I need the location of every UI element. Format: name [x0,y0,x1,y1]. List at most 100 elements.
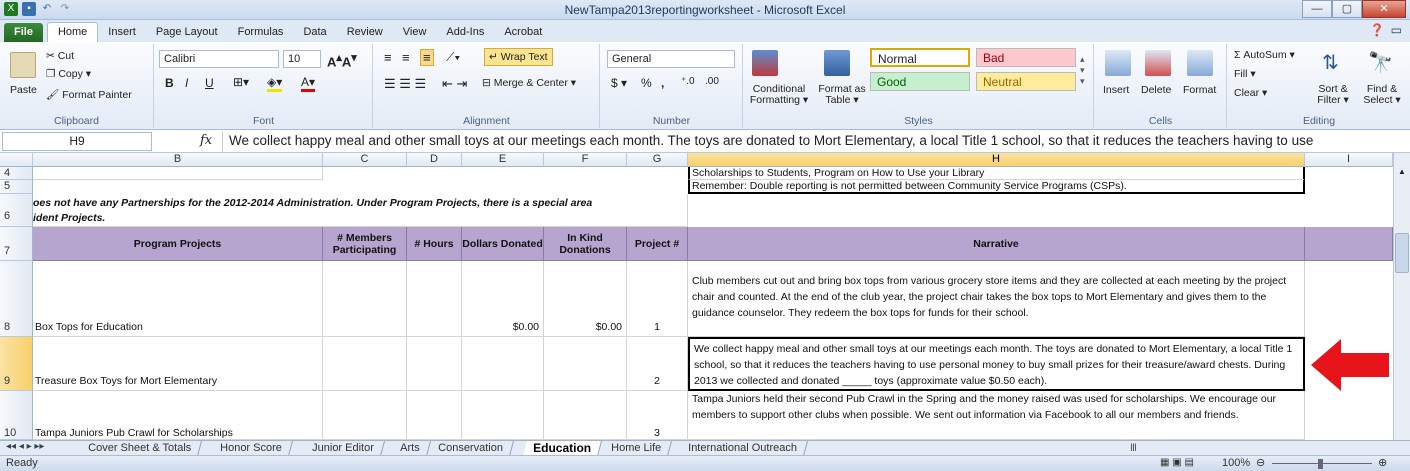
zoom-out-icon[interactable]: ⊖ [1256,456,1265,469]
sheet-nav-icon[interactable]: ◂◂ ◂ ▸ ▸▸ [6,441,44,452]
style-good[interactable]: Good [870,72,970,91]
style-normal[interactable]: Normal [870,48,970,67]
ribbon-minimize-icon[interactable]: ▭ [1391,23,1402,37]
tab-insert[interactable]: Insert [98,23,146,42]
tab-page-layout[interactable]: Page Layout [146,23,228,42]
cell-d8[interactable] [407,261,462,337]
number-format-select[interactable]: General [607,50,735,68]
orientation-icon[interactable]: ⟋▾ [446,50,460,65]
indent-icon[interactable]: ⇤ ⇥ [442,76,467,92]
cell-b8[interactable]: Box Tops for Education [33,261,323,337]
tab-review[interactable]: Review [337,23,393,42]
row-header-5[interactable]: 5 [0,180,33,194]
format-cells-icon[interactable] [1187,50,1213,76]
tab-data[interactable]: Data [293,23,336,42]
worksheet-grid[interactable]: B C D E F G H I 4 Scholarships to Studen… [0,153,1410,440]
sheet-tab-honor-score[interactable]: Honor Score [209,441,293,456]
scroll-thumb[interactable] [1395,233,1409,273]
cell-f10[interactable] [544,391,627,440]
cell-d10[interactable] [407,391,462,440]
font-color-icon[interactable]: A▾ [301,75,316,92]
paste-icon[interactable] [10,52,36,78]
column-header-f[interactable]: F [544,153,627,167]
bottom-align-icon[interactable]: ≡ [420,49,434,66]
header-dollars[interactable]: Dollars Donated [462,227,544,261]
close-button[interactable]: ✕ [1362,0,1406,18]
horizontal-scrollbar[interactable]: Ⅲ [1130,443,1137,454]
cell-f9[interactable] [544,337,627,391]
insert-button[interactable]: Insert [1103,84,1129,96]
format-button[interactable]: Format [1183,84,1216,96]
align-left-icon[interactable]: ☰ ☰ ☰ [384,76,426,92]
cell-e8[interactable]: $0.00 [462,261,544,337]
column-header-i[interactable]: I [1305,153,1393,167]
cell-g10[interactable]: 3 [627,391,688,440]
column-header-h[interactable]: H [688,153,1305,167]
zoom-slider-thumb[interactable] [1318,459,1323,469]
find-select-button[interactable]: Find & Select ▾ [1358,84,1406,106]
decrease-decimal-icon[interactable]: .00 [705,76,719,87]
cell-e10[interactable] [462,391,544,440]
sort-filter-icon[interactable]: ⇅ [1322,50,1339,75]
tab-add-ins[interactable]: Add-Ins [436,23,494,42]
insert-cells-icon[interactable] [1105,50,1131,76]
column-header-b[interactable]: B [33,153,323,167]
header-project-number[interactable]: Project # [627,227,688,261]
header-program-projects[interactable]: Program Projects [33,227,323,261]
cell-d9[interactable] [407,337,462,391]
fill-button[interactable]: Fill ▾ [1234,68,1256,80]
cell-b6[interactable]: oes not have any Partnerships for the 20… [33,194,688,227]
delete-button[interactable]: Delete [1141,84,1171,96]
header-hours[interactable]: # Hours [407,227,462,261]
conditional-formatting-button[interactable]: Conditional Formatting ▾ [748,84,810,106]
cell-h8[interactable]: Club members cut out and bring box tops … [688,261,1305,337]
delete-cells-icon[interactable] [1145,50,1171,76]
tab-view[interactable]: View [393,23,437,42]
sheet-tab-cover[interactable]: Cover Sheet & Totals [77,441,203,456]
cell-c8[interactable] [323,261,407,337]
format-table-icon[interactable] [824,50,850,76]
clear-button[interactable]: Clear ▾ [1234,87,1267,99]
sheet-tab-arts[interactable]: Arts [389,441,431,456]
row-header-9[interactable]: 9 [0,337,33,391]
cell-h5[interactable]: Remember: Double reporting is not permit… [688,180,1305,194]
cell-b4[interactable] [33,167,323,180]
sheet-tab-education[interactable]: Education [522,441,603,456]
vertical-scrollbar[interactable]: ▲ [1393,153,1410,440]
styles-scroll-icon[interactable]: ▴ ▾ ▾ [1080,54,1085,87]
column-header-c[interactable]: C [323,153,407,167]
style-bad[interactable]: Bad [976,48,1076,67]
find-binoculars-icon[interactable]: 🔭 [1368,50,1393,75]
sheet-tab-conservation[interactable]: Conservation [427,441,514,456]
conditional-formatting-icon[interactable] [752,50,778,76]
cell-h4[interactable]: Scholarships to Students, Program on How… [688,167,1305,180]
italic-button[interactable]: I [185,76,188,90]
formula-input[interactable]: We collect happy meal and other small to… [222,131,1380,152]
sort-filter-button[interactable]: Sort & Filter ▾ [1310,84,1356,106]
font-size-select[interactable]: 10 [283,50,321,68]
merge-center-button[interactable]: ⊟ Merge & Center ▾ [482,77,576,89]
zoom-in-icon[interactable]: ⊕ [1378,456,1387,469]
percent-button[interactable]: % [641,76,652,90]
increase-decimal-icon[interactable]: ⁺.0 [681,76,695,87]
tab-home[interactable]: Home [46,22,99,42]
underline-button[interactable]: U [205,76,214,90]
sheet-tab-home-life[interactable]: Home Life [600,441,673,456]
sheet-tab-junior-editor[interactable]: Junior Editor [301,441,385,456]
cell-c10[interactable] [323,391,407,440]
header-in-kind[interactable]: In Kind Donations [544,227,627,261]
top-align-icon[interactable]: ≡ [384,50,392,65]
cell-g8[interactable]: 1 [627,261,688,337]
column-header-d[interactable]: D [407,153,462,167]
cell-f8[interactable]: $0.00 [544,261,627,337]
middle-align-icon[interactable]: ≡ [402,50,410,65]
format-painter-button[interactable]: 🖌 Format Painter [46,88,132,101]
font-name-select[interactable]: Calibri [159,50,279,68]
header-col-i[interactable] [1305,227,1393,261]
cell-h9-selected[interactable]: We collect happy meal and other small to… [688,337,1305,391]
row-header-7[interactable]: 7 [0,227,33,261]
autosum-button[interactable]: Σ AutoSum ▾ [1234,49,1295,61]
row-header-4[interactable]: 4 [0,167,33,180]
tab-file[interactable]: File [4,23,43,42]
grow-font-button[interactable]: A▴A▾ [327,51,357,69]
